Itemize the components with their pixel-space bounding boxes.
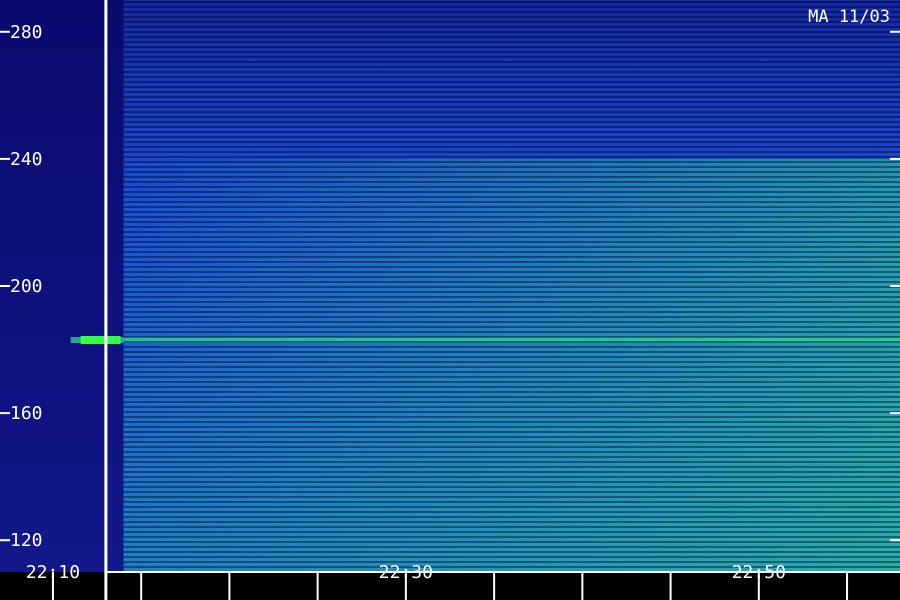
y-tick-label: 200 — [10, 276, 43, 297]
spectrogram-chart: 120 160 200 240 280 22:10 22:30 22:50 MA 11/03 — [0, 0, 900, 600]
station-label: MA 11/03 — [808, 7, 890, 27]
x-tick-label: 22:10 — [26, 562, 80, 583]
x-tick-label: 22:50 — [732, 562, 786, 583]
y-tick-label: 120 — [10, 530, 43, 551]
emission-band-peak — [80, 336, 121, 345]
y-tick-label: 280 — [10, 22, 43, 43]
x-tick-label: 22:30 — [379, 562, 433, 583]
y-tick-label: 160 — [10, 403, 43, 424]
y-tick-label: 240 — [10, 149, 43, 170]
spectrogram-background — [0, 0, 900, 600]
high-intensity-region — [123, 158, 900, 572]
